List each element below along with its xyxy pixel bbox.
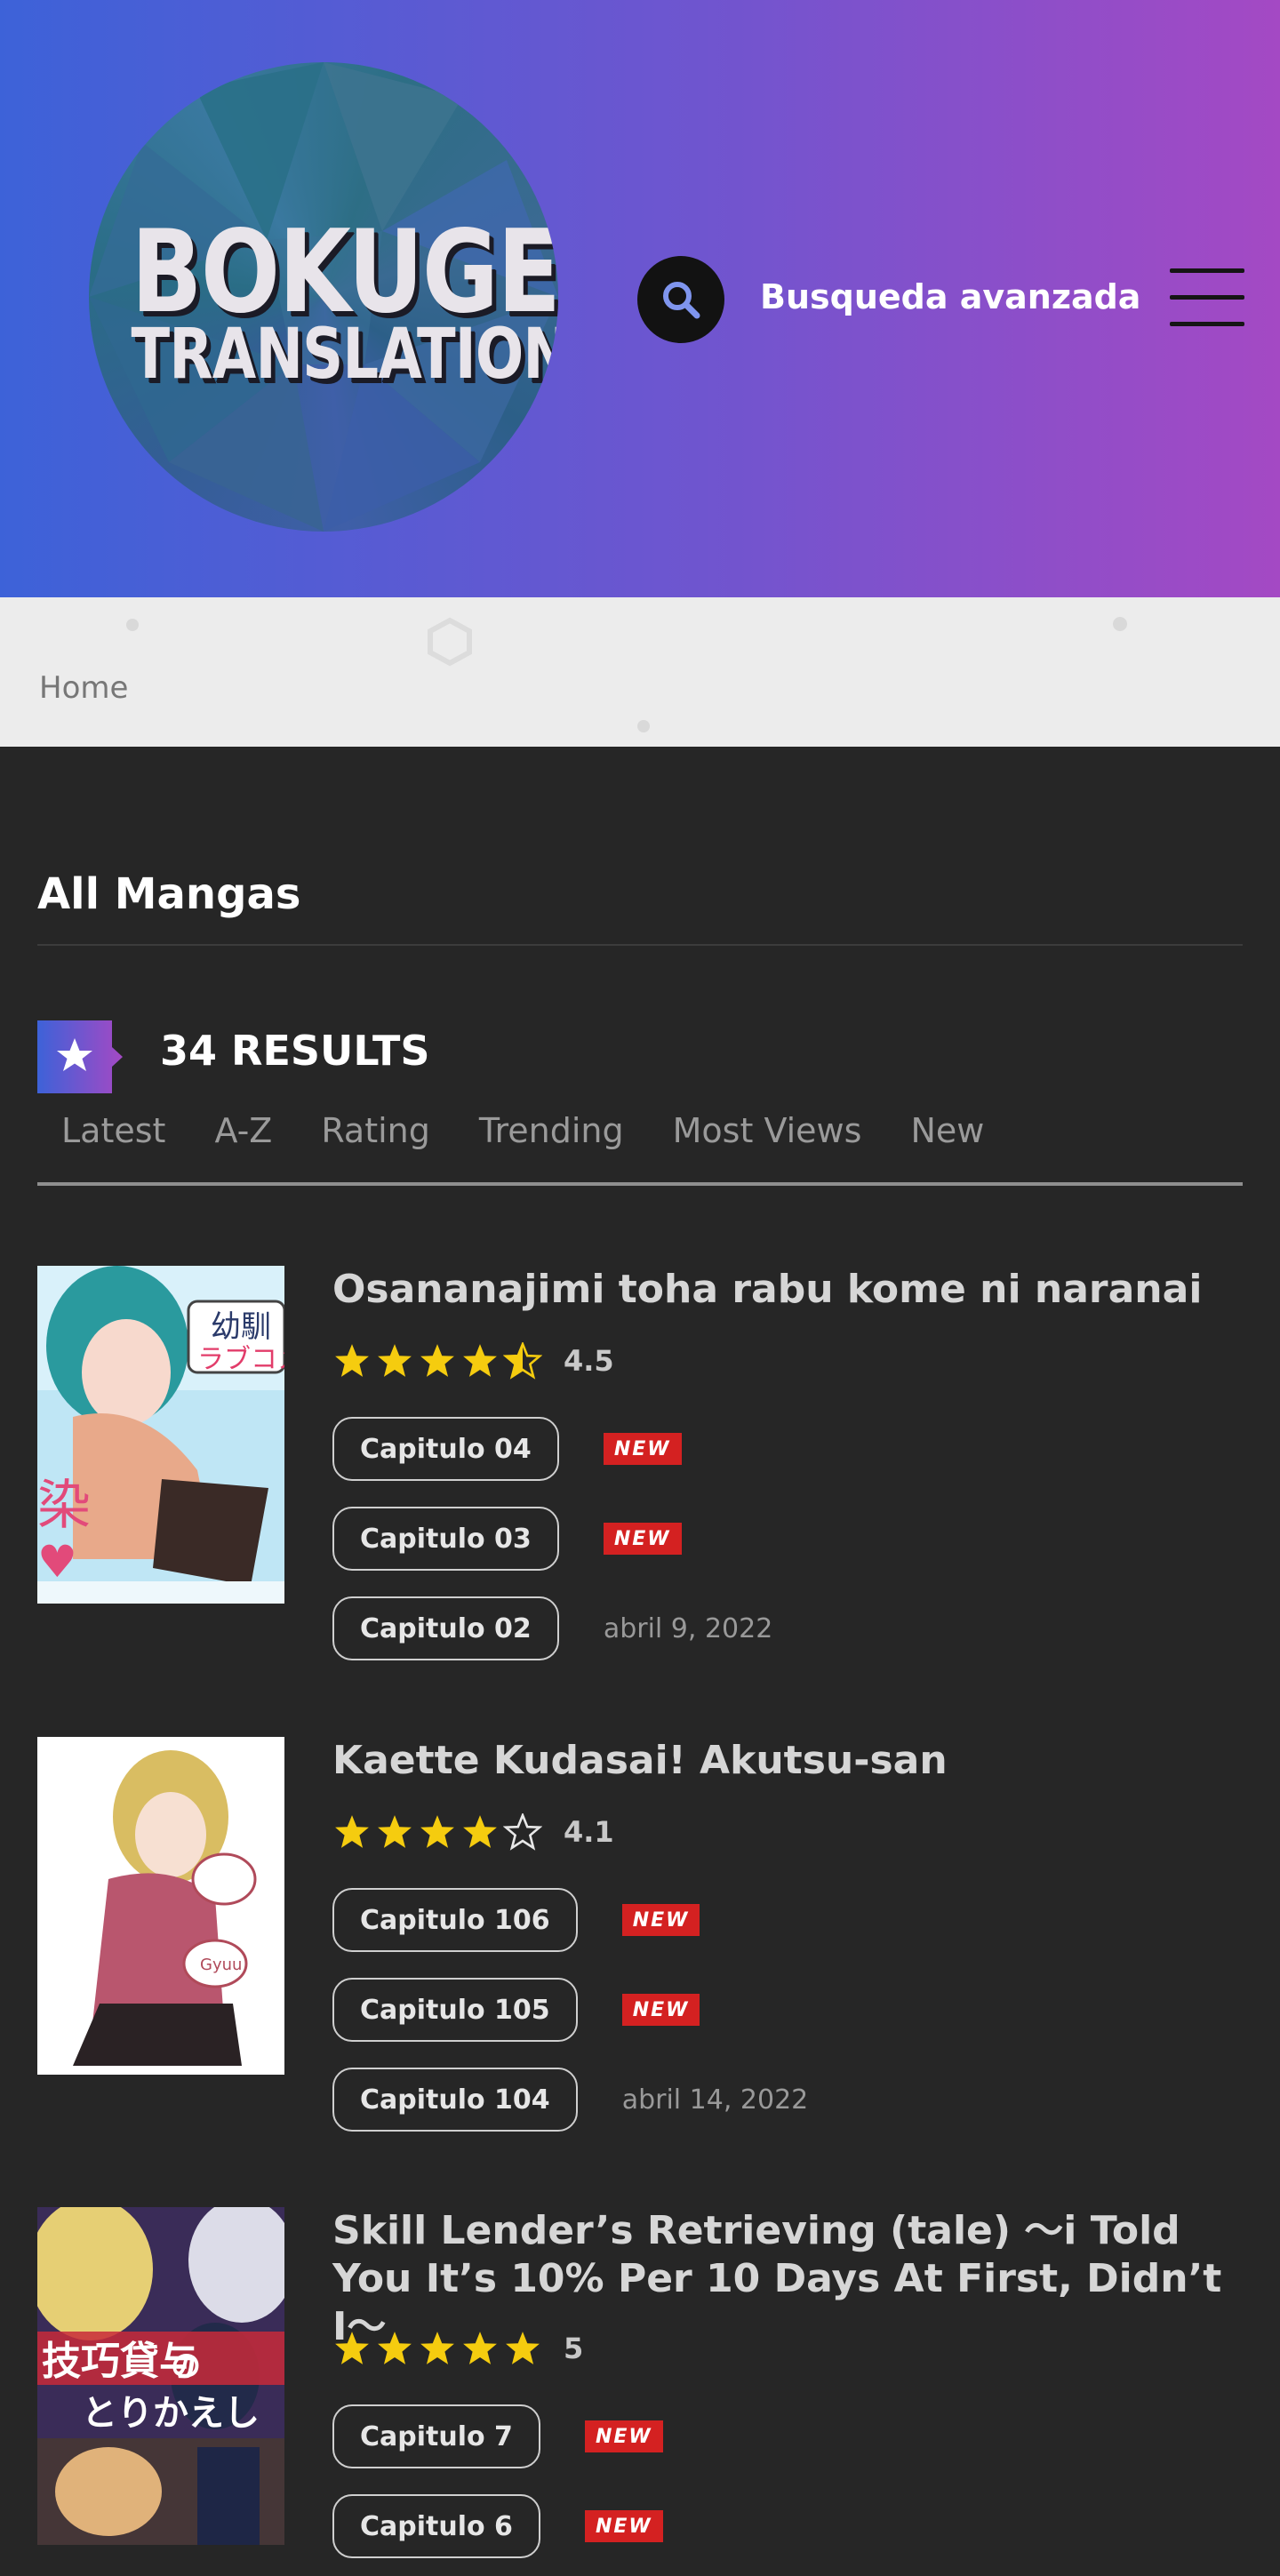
manga-rating: 4.5 <box>332 1342 614 1380</box>
chapter-button[interactable]: Capitulo 03 <box>332 1507 559 1571</box>
decor-dot <box>1113 617 1127 631</box>
svg-text:幼馴: 幼馴 <box>211 1309 271 1345</box>
manga-title[interactable]: Osananajimi toha rabu kome ni naranai <box>332 1266 1239 1314</box>
svg-text:の: の <box>171 2348 201 2384</box>
page-title: All Mangas <box>37 869 301 919</box>
manga-rating: 4.1 <box>332 1813 614 1851</box>
chapter-row: Capitulo 03 NEW <box>332 1507 682 1571</box>
star-full-icon <box>378 1815 412 1848</box>
chapter-button[interactable]: Capitulo 04 <box>332 1417 559 1481</box>
results-count: 34 RESULTS <box>160 1027 430 1075</box>
tab-a-z[interactable]: A-Z <box>214 1111 272 1150</box>
star-full-icon <box>506 2332 540 2364</box>
chapter-button[interactable]: Capitulo 106 <box>332 1888 578 1952</box>
rating-stars <box>332 1342 546 1380</box>
chapter-button[interactable]: Capitulo 6 <box>332 2494 540 2558</box>
star-half-icon <box>503 1342 542 1380</box>
decor-dot <box>637 720 650 732</box>
logo-text-translation: TRANSLATION <box>131 315 558 395</box>
manga-cover[interactable]: 技巧貸与 の とりかえし <box>37 2207 284 2545</box>
star-full-icon <box>378 2332 412 2364</box>
chapter-row: Capitulo 105 NEW <box>332 1978 700 2042</box>
rating-score: 4.5 <box>564 1344 614 1378</box>
manga-rating: 5 <box>332 2330 583 2367</box>
tab-trending[interactable]: Trending <box>479 1111 624 1150</box>
new-badge: NEW <box>603 1433 682 1465</box>
tabs-underline <box>37 1182 1243 1186</box>
chapter-row: Capitulo 106 NEW <box>332 1888 700 1952</box>
advanced-search-link[interactable]: Busqueda avanzada <box>760 277 1140 316</box>
svg-text:Gyuu: Gyuu <box>200 1956 242 1974</box>
svg-text:とりかえし: とりかえし <box>82 2393 260 2434</box>
star-full-icon <box>420 1344 454 1377</box>
divider <box>37 944 1243 946</box>
manga-title[interactable]: Kaette Kudasai! Akutsu-san <box>332 1737 1239 1785</box>
tab-rating[interactable]: Rating <box>321 1111 430 1150</box>
star-full-icon <box>463 1344 497 1377</box>
star-full-icon <box>420 1815 454 1848</box>
new-badge: NEW <box>621 1994 700 2026</box>
decor-hexagon <box>428 617 472 667</box>
star-full-icon <box>420 2332 454 2364</box>
svg-text:♥: ♥ <box>37 1536 77 1588</box>
site-header: BOKUGEN TRANSLATION Busqueda avanzada <box>0 0 1280 597</box>
new-badge: NEW <box>621 1904 700 1936</box>
breadcrumb <box>0 597 1280 747</box>
chapter-row: Capitulo 104 abril 14, 2022 <box>332 2068 808 2132</box>
chapter-button[interactable]: Capitulo 104 <box>332 2068 578 2132</box>
star-full-icon <box>335 1344 369 1377</box>
star-full-icon <box>378 1344 412 1377</box>
star-empty-icon <box>503 1813 542 1851</box>
svg-text:ラブコメ: ラブコメ <box>197 1344 284 1375</box>
chapter-row: Capitulo 6 NEW <box>332 2494 663 2558</box>
new-badge: NEW <box>584 2510 663 2542</box>
rating-stars <box>332 1813 546 1851</box>
decor-dot <box>126 619 139 631</box>
rating-score: 4.1 <box>564 1815 614 1849</box>
rating-stars <box>332 2330 546 2367</box>
chapter-date: abril 14, 2022 <box>621 2084 809 2116</box>
new-badge: NEW <box>603 1523 682 1555</box>
chapter-button[interactable]: Capitulo 105 <box>332 1978 578 2042</box>
star-full-icon <box>463 1815 497 1848</box>
chapter-row: Capitulo 04 NEW <box>332 1417 682 1481</box>
manga-cover[interactable]: 幼馴 ラブコメ 染 ♥ <box>37 1266 284 1604</box>
svg-text:染: 染 <box>37 1475 91 1537</box>
search-icon <box>663 282 700 319</box>
breadcrumb-home-link[interactable]: Home <box>39 670 128 706</box>
site-logo[interactable]: BOKUGEN TRANSLATION <box>89 62 558 532</box>
tab-most-views[interactable]: Most Views <box>673 1111 862 1150</box>
tab-new[interactable]: New <box>910 1111 984 1150</box>
new-badge: NEW <box>584 2420 663 2452</box>
star-badge-icon <box>37 1020 123 1093</box>
star-full-icon <box>463 2332 497 2364</box>
chapter-row: Capitulo 02 abril 9, 2022 <box>332 1596 772 1660</box>
star-full-icon <box>335 1815 369 1848</box>
chapter-button[interactable]: Capitulo 02 <box>332 1596 559 1660</box>
chapter-date: abril 9, 2022 <box>603 1612 773 1644</box>
manga-cover[interactable]: Gyuu <box>37 1737 284 2075</box>
hamburger-menu-icon[interactable] <box>1170 268 1244 326</box>
sort-tabs: Latest A-Z Rating Trending Most Views Ne… <box>37 1111 1009 1150</box>
chapter-button[interactable]: Capitulo 7 <box>332 2404 540 2468</box>
star-full-icon <box>335 2332 369 2364</box>
tab-latest[interactable]: Latest <box>61 1111 165 1150</box>
rating-score: 5 <box>564 2332 584 2365</box>
chapter-row: Capitulo 7 NEW <box>332 2404 663 2468</box>
search-button[interactable] <box>637 256 724 343</box>
